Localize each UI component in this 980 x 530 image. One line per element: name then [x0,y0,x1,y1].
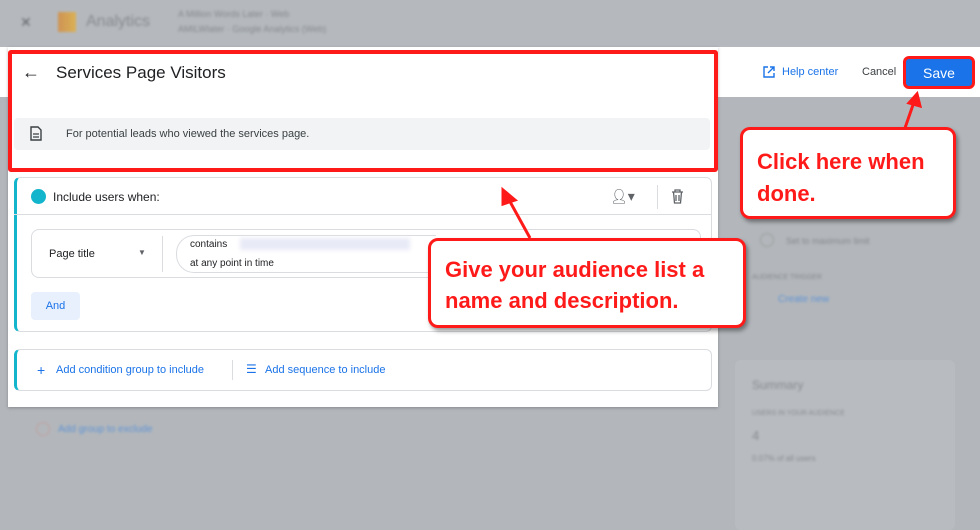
name-callout: Give your audience list a name and descr… [428,238,746,328]
save-callout: Click here when done. [740,127,956,219]
